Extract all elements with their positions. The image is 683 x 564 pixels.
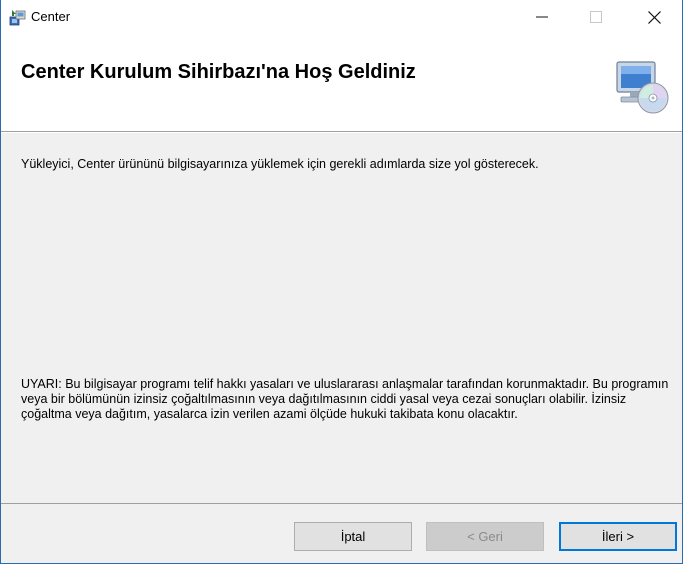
minimize-icon: [536, 16, 548, 18]
maximize-button: [573, 0, 619, 34]
minimize-button[interactable]: [519, 0, 565, 34]
back-button: < Geri: [426, 522, 544, 551]
close-button[interactable]: [631, 0, 677, 34]
close-icon: [647, 10, 661, 24]
copyright-warning: UYARI: Bu bilgisayar programı telif hakk…: [21, 377, 669, 421]
installer-window: Center Center Kurulum Sihirbazı'na Hoş G…: [0, 0, 683, 564]
wizard-footer: İptal < Geri İleri >: [1, 504, 682, 563]
wizard-content: Yükleyici, Center ürününü bilgisayarınız…: [1, 133, 682, 503]
next-button[interactable]: İleri >: [559, 522, 677, 551]
title-bar[interactable]: Center: [1, 0, 682, 34]
computer-cd-icon: [616, 61, 669, 114]
banner-title: Center Kurulum Sihirbazı'na Hoş Geldiniz: [21, 61, 416, 83]
wizard-banner: Center Kurulum Sihirbazı'na Hoş Geldiniz: [1, 34, 682, 132]
installer-app-icon: [9, 10, 26, 26]
cancel-button[interactable]: İptal: [294, 522, 412, 551]
window-title: Center: [31, 9, 71, 24]
maximize-icon: [590, 11, 602, 23]
intro-text: Yükleyici, Center ürününü bilgisayarınız…: [21, 157, 539, 171]
